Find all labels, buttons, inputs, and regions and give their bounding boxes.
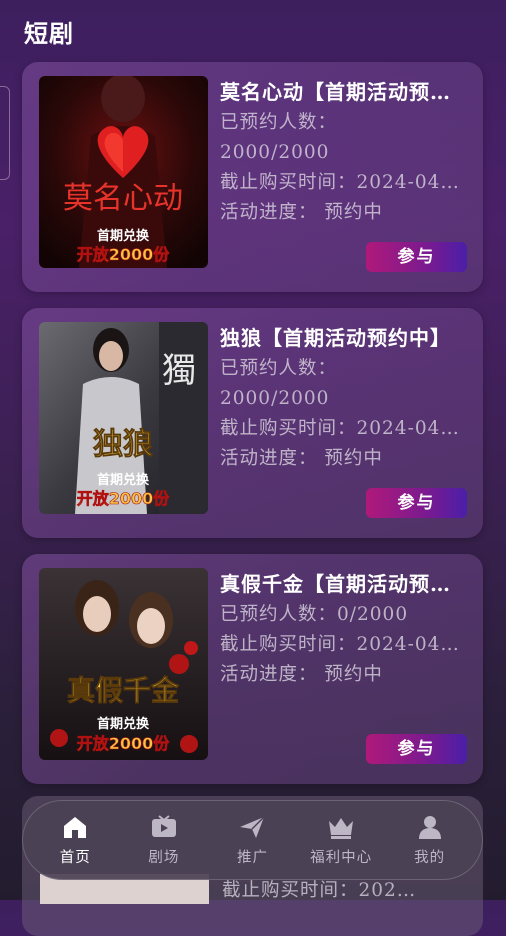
drama-poster[interactable]: 莫名心动 首期兑换 开放2000份 [39, 76, 208, 268]
drama-title: 真假千金【首期活动预约中】 [220, 572, 465, 596]
tab-home[interactable]: 首页 [32, 814, 118, 867]
progress-text: 活动进度： 预约中 [220, 448, 383, 469]
poster-badge-line2: 开放2000份 [77, 489, 171, 508]
tab-label: 首页 [59, 849, 91, 866]
progress-text: 活动进度： 预约中 [220, 664, 383, 685]
tab-label: 我的 [414, 849, 446, 866]
reserved-value: 2000/2000 [220, 142, 330, 163]
poster-title: 真假千金 [67, 674, 180, 707]
progress-text: 活动进度： 预约中 [220, 202, 383, 223]
drama-poster[interactable]: 獨 独狼 首期兑换 开放2000份 [39, 322, 208, 514]
crown-icon [329, 817, 354, 839]
tv-icon [151, 814, 176, 837]
deadline-text: 截止购买时间：2024-04-30 [220, 418, 465, 439]
tab-promote[interactable]: 推广 [209, 814, 295, 867]
reserved-label: 已预约人数： [220, 112, 338, 133]
tab-label: 福利中心 [310, 849, 373, 866]
reserved-text: 已预约人数：0/2000 [220, 604, 409, 625]
deadline-text: 截止购买时间：2024-04-30 [220, 634, 465, 655]
tab-label: 剧场 [148, 849, 180, 866]
tab-mine[interactable]: 我的 [387, 814, 473, 867]
drama-card[interactable]: 獨 独狼 首期兑换 开放2000份 独狼【首期活动预约中】 已预约人数： 200… [22, 308, 483, 538]
bottom-tab-bar: 首页 剧场 推广 福利中心 我的 [22, 800, 483, 880]
tab-welfare[interactable]: 福利中心 [298, 814, 384, 867]
drama-title: 独狼【首期活动预约中】 [220, 326, 451, 350]
poster-title: 独狼 [93, 427, 153, 462]
join-button[interactable]: 参与 [366, 734, 467, 764]
join-button[interactable]: 参与 [366, 242, 467, 272]
drama-card[interactable]: 莫名心动 首期兑换 开放2000份 莫名心动【首期活动预约中】 已预约人数： 2… [22, 62, 483, 292]
reserved-label: 已预约人数： [220, 358, 338, 379]
poster-badge-line2: 开放2000份 [77, 734, 171, 753]
poster-badge-line1: 首期兑换 [97, 472, 150, 488]
reserved-value: 2000/2000 [220, 388, 330, 409]
tab-theater[interactable]: 剧场 [121, 814, 207, 867]
poster-badge-line1: 首期兑换 [97, 228, 150, 244]
drama-title: 莫名心动【首期活动预约中】 [220, 80, 465, 104]
side-handle[interactable] [0, 86, 10, 180]
user-icon [418, 815, 441, 839]
poster-title: 莫名心动 [63, 181, 183, 216]
drama-card[interactable]: 真假千金 首期兑换 开放2000份 真假千金【首期活动预约中】 已预约人数：0/… [22, 554, 483, 784]
page-title: 短剧 [24, 19, 74, 48]
poster-side-text: 獨 [162, 351, 196, 391]
tab-label: 推广 [236, 849, 268, 866]
poster-badge-line2: 开放2000份 [77, 245, 171, 264]
poster-badge-line1: 首期兑换 [97, 716, 150, 732]
home-icon [64, 816, 87, 838]
join-button[interactable]: 参与 [366, 488, 467, 518]
deadline-text: 截止购买时间：2024-04-30 [220, 172, 465, 193]
paper-plane-icon [240, 815, 266, 838]
drama-poster[interactable]: 真假千金 首期兑换 开放2000份 [39, 568, 208, 760]
